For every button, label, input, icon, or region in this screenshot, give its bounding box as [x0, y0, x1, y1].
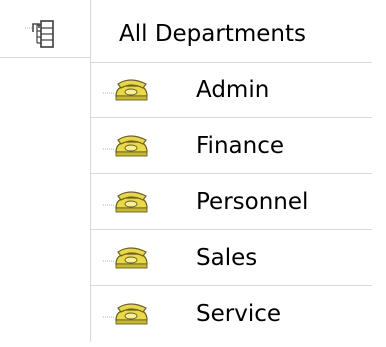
tree-node-label: Admin	[196, 77, 270, 103]
tree-node-finance[interactable]: Finance	[90, 118, 372, 174]
tree-node-personnel[interactable]: Personnel	[90, 174, 372, 230]
telephone-icon	[102, 75, 152, 105]
tree-divider	[90, 62, 91, 118]
tree-divider	[90, 174, 91, 230]
tree-node-label: Finance	[196, 133, 284, 159]
tree-node-admin[interactable]: Admin	[90, 62, 372, 118]
org-chart-icon	[23, 18, 63, 50]
telephone-icon	[102, 187, 152, 217]
tree-node-all-departments[interactable]: All Departments	[0, 6, 372, 62]
telephone-icon	[102, 243, 152, 273]
tree-node-sales[interactable]: Sales	[90, 230, 372, 286]
telephone-icon	[102, 299, 152, 329]
tree-node-label: Sales	[196, 245, 258, 271]
tree-node-service[interactable]: Service	[90, 286, 372, 342]
tree-node-label: All Departments	[119, 21, 306, 47]
department-tree: All Departments Admin Finance Personnel …	[0, 0, 386, 347]
telephone-icon	[102, 131, 152, 161]
tree-divider	[90, 230, 91, 286]
tree-divider	[90, 286, 91, 342]
tree-node-label: Service	[196, 301, 282, 327]
tree-divider	[90, 118, 91, 174]
tree-node-label: Personnel	[196, 189, 309, 215]
